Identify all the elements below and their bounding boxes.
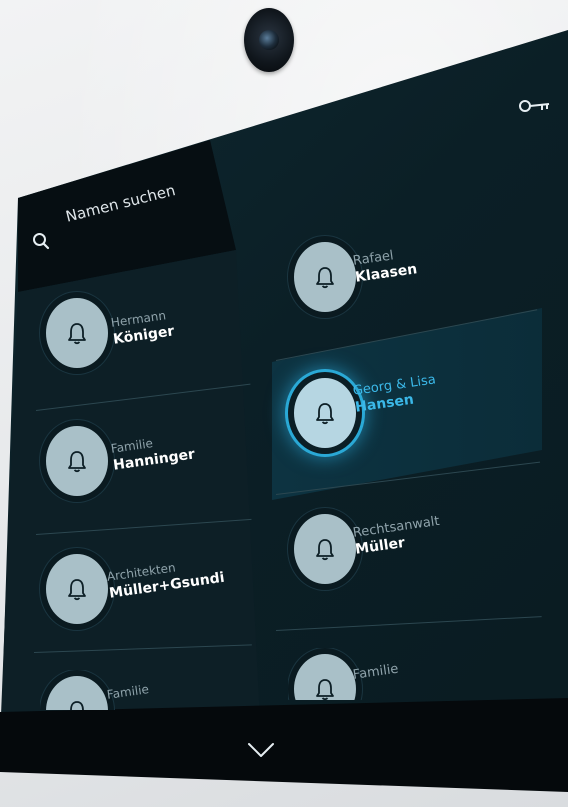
bell-button[interactable]: [288, 372, 362, 454]
contact-name: Hermann Königer: [110, 307, 175, 348]
contact-name: Georg & Lisa Hansen: [352, 372, 439, 416]
bell-button[interactable]: [288, 236, 362, 318]
search-icon[interactable]: [32, 232, 50, 250]
bell-button[interactable]: [40, 292, 114, 374]
bell-icon: [68, 579, 86, 601]
bell-icon: [70, 701, 84, 710]
key-icon[interactable]: [518, 96, 552, 116]
list-item[interactable]: Familie: [288, 648, 528, 700]
contact-name: Familie Hanninger: [110, 431, 196, 475]
bell-button[interactable]: [288, 648, 362, 700]
bell-button[interactable]: [40, 548, 114, 630]
bell-icon: [68, 451, 86, 473]
bell-button[interactable]: [288, 508, 362, 590]
bell-icon: [68, 323, 86, 345]
search-input[interactable]: Namen suchen: [64, 181, 177, 226]
contact-first-name: Familie: [352, 661, 400, 683]
bell-icon: [316, 539, 334, 561]
contact-name: Familie: [106, 682, 150, 703]
list-item[interactable]: Familie: [40, 670, 280, 710]
screen-content: Namen suchen Hermann Königer Familie Han…: [0, 0, 568, 807]
divider: [275, 616, 542, 631]
bell-icon: [316, 679, 334, 700]
chevron-down-icon[interactable]: [246, 740, 276, 760]
list-item[interactable]: Hermann Königer: [40, 292, 280, 382]
divider: [35, 383, 251, 411]
contact-name: Rafael Klaasen: [352, 245, 418, 286]
divider: [275, 461, 541, 495]
list-item[interactable]: Rechtsanwalt Müller: [288, 508, 528, 598]
contact-name: Familie: [352, 662, 399, 683]
list-item[interactable]: Rafael Klaasen: [288, 236, 528, 326]
contact-name: Rechtsanwalt Müller: [352, 514, 443, 559]
bell-button[interactable]: [40, 670, 114, 710]
list-item[interactable]: Familie Hanninger: [40, 420, 280, 510]
bell-icon: [316, 267, 334, 289]
contact-name: Architekten Müller+Gsundi: [106, 554, 226, 603]
divider: [33, 644, 252, 653]
list-item-selected[interactable]: Georg & Lisa Hansen: [288, 372, 528, 462]
bell-icon: [316, 403, 334, 425]
divider: [35, 518, 252, 535]
bell-button[interactable]: [40, 420, 114, 502]
list-item[interactable]: Architekten Müller+Gsundi: [40, 548, 280, 638]
contact-first-name: Familie: [106, 682, 150, 702]
